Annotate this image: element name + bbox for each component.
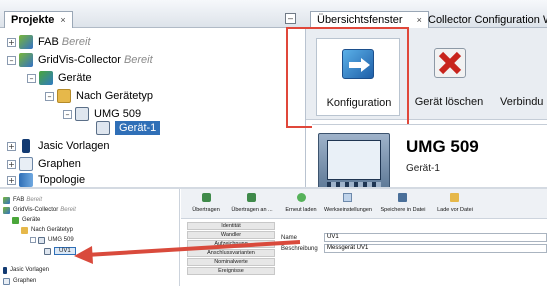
device-image [318,133,390,191]
device-card: UMG 509 Gerät-1 [312,124,547,191]
topology-icon [19,173,33,187]
collapse-icon[interactable]: – [63,109,72,119]
tree-item-gridvis-collector[interactable]: – GridVis-Collector Bereit [7,51,153,69]
tab-close-icon[interactable]: × [60,15,65,25]
tree-item-fab[interactable]: + FAB Bereit [7,33,91,51]
tree-item-nach-geraetetyp[interactable]: – Nach Gerätetyp [45,87,153,105]
collapse-icon[interactable]: – [7,55,16,65]
tree-label: Graphen [38,158,81,170]
tree-label: Jasic Vorlagen [38,140,110,152]
tree-label: FAB [38,36,59,48]
bottom-screenshot: FAB Bereit GridVis-Collector Bereit Gerä… [0,189,547,286]
tree-item-geraete[interactable]: – Geräte [27,69,92,87]
device-icon [96,121,110,135]
projekte-title: Projekte [11,14,55,26]
jasic-icon [22,139,30,153]
geraet-loeschen-label: Gerät löschen [414,96,484,108]
tree-label-selected: Gerät-1 [115,121,161,135]
tab-collector-configuration[interactable]: Collector Configuration W [422,11,547,28]
tree-item-geraet-1[interactable]: Gerät-1 [96,119,161,137]
tab-label: Übersichtsfenster [317,14,403,26]
minimize-icon: – [287,13,293,23]
screenshot-root: Projekte × – + FAB Bereit – GridVis-Coll… [0,0,547,286]
tree-item-jasic-vorlagen[interactable]: + Jasic Vorlagen [7,137,110,155]
annotation-arrow [74,240,301,264]
collapse-icon[interactable]: – [27,73,36,83]
projekte-panel: Projekte × – + FAB Bereit – GridVis-Coll… [0,0,306,187]
status-label: Bereit [123,54,153,66]
tree-label: Geräte [58,72,92,84]
overview-panel: Übersichtsfenster × Collector Configurat… [286,0,547,191]
verbindung-label: Verbindu [500,96,544,108]
minimize-button[interactable]: – [285,13,296,24]
expand-icon[interactable]: + [7,159,16,169]
status-label: Bereit [61,36,91,48]
project-icon [19,35,33,49]
tree-label: Topologie [38,174,86,186]
projekte-tab[interactable]: Projekte × [4,11,73,28]
x-mark [438,51,462,75]
tab-label: Collector Configuration W [428,13,547,26]
folder-icon [57,89,71,103]
device-title: UMG 509 [406,137,479,156]
device-screen [327,140,381,180]
tree-item-graphen[interactable]: + Graphen [7,155,81,173]
device-icon [75,107,89,121]
expand-icon[interactable]: + [7,37,16,47]
delete-x-icon [434,48,466,78]
expand-icon[interactable]: + [7,141,16,151]
tab-uebersichtsfenster[interactable]: Übersichtsfenster × [310,11,429,28]
expand-icon[interactable]: + [7,175,16,185]
tree-label: GridVis-Collector [38,54,121,66]
verbindung-button[interactable]: Verbindu [496,38,547,116]
geraet-loeschen-button[interactable]: Gerät löschen [406,38,492,116]
project-icon [19,53,33,67]
devices-icon [39,71,53,85]
tree-label: Nach Gerätetyp [76,90,154,102]
tree-item-topologie[interactable]: + Topologie [7,173,85,187]
device-subtitle: Gerät-1 [406,163,440,174]
highlight-box [286,27,409,128]
graph-icon [19,157,33,171]
collapse-icon[interactable]: – [45,91,54,101]
